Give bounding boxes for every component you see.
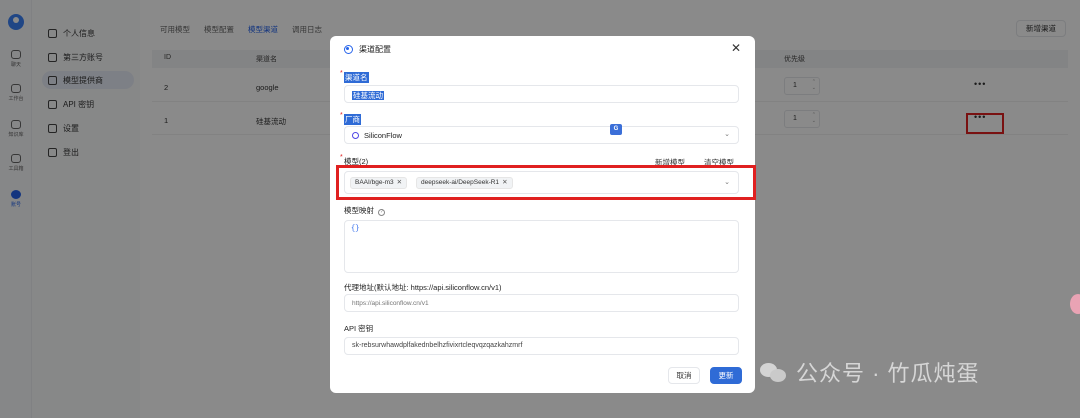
dialog-title: 渠道配置: [344, 44, 391, 55]
close-icon[interactable]: ✕: [731, 42, 741, 54]
wechat-icon: [760, 361, 788, 383]
channel-name-input[interactable]: 硅基流动: [344, 85, 739, 103]
help-icon[interactable]: ?: [378, 209, 385, 216]
translate-icon[interactable]: G: [610, 124, 622, 135]
channel-config-dialog: 渠道配置 ✕ * 渠道名 硅基流动 * 厂商 SiliconFlow ⌄ G *…: [330, 36, 755, 393]
watermark: 公众号 · 竹瓜炖蛋: [760, 356, 980, 388]
model-mapping-editor[interactable]: {}: [344, 220, 739, 273]
proxy-label: 代理地址(默认地址: https://api.siliconflow.cn/v1…: [344, 283, 502, 292]
model-mapping-label: 模型映射?: [344, 205, 385, 216]
gear-icon: [344, 45, 353, 54]
api-key-input[interactable]: sk-rebsurwhawdplfakednbelhzfivixrtcleqvq…: [344, 337, 739, 355]
api-key-label: API 密钥: [344, 324, 374, 333]
highlight-box: [336, 165, 756, 200]
chevron-down-icon: ⌄: [724, 131, 730, 138]
update-button[interactable]: 更新: [710, 367, 742, 384]
proxy-input[interactable]: [344, 294, 739, 312]
channel-name-label: 渠道名: [344, 72, 369, 83]
provider-select[interactable]: SiliconFlow ⌄: [344, 126, 739, 144]
siliconflow-icon: [352, 132, 359, 139]
cancel-button[interactable]: 取消: [668, 367, 700, 384]
provider-label: 厂商: [344, 114, 361, 125]
floating-assistant-icon[interactable]: [1070, 294, 1080, 314]
